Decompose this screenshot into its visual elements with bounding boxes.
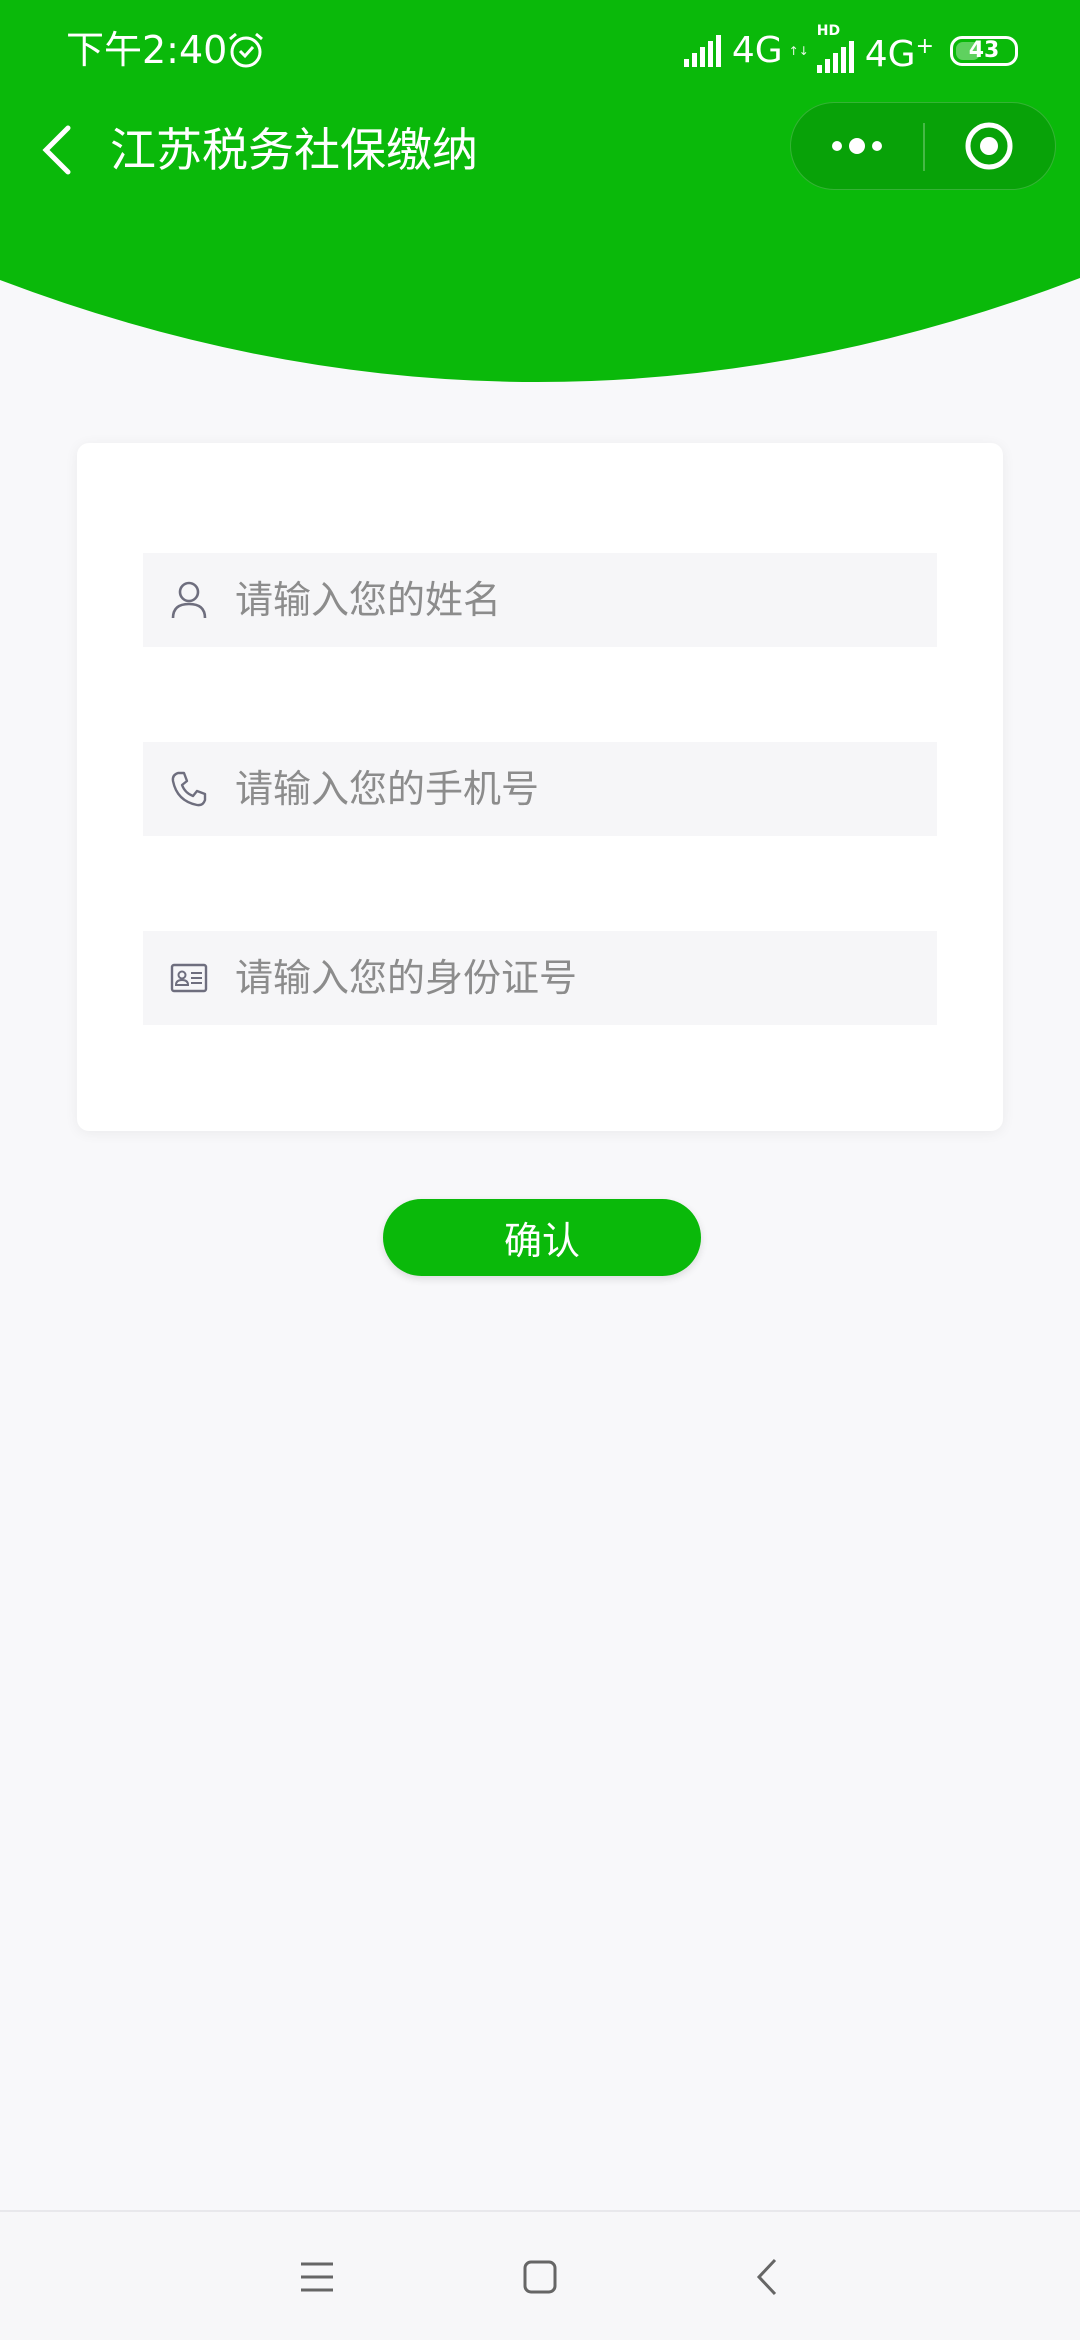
capsule-divider [923,123,925,171]
battery-icon: 43 [950,36,1018,66]
menu-icon [301,2262,333,2292]
phone-field[interactable] [143,742,937,836]
signal-icon-2 [816,41,854,73]
back-arrow-icon[interactable] [30,120,90,180]
confirm-button[interactable]: 确认 [383,1199,701,1276]
name-input[interactable] [235,555,915,645]
phone-icon [171,771,207,807]
user-icon [171,581,207,619]
hd-badge: HD [816,23,841,39]
home-icon [523,2260,557,2294]
id-field[interactable] [143,931,937,1025]
status-time: 下午2:40 [66,28,228,72]
id-input[interactable] [235,933,915,1023]
more-button[interactable] [791,103,923,189]
form-card [77,443,1003,1131]
back-icon [756,2258,777,2296]
system-nav-bar [0,2210,1080,2340]
signal-icon [683,35,721,67]
status-right: 4G ↑↓ HD 4G+ 43 [682,23,1018,76]
network-activity: ↑↓ [788,44,809,58]
page-title: 江苏税务社保缴纳 [110,123,478,177]
menu-button[interactable] [287,2247,347,2307]
battery-level: 43 [968,38,1000,63]
hd-signal: HD [815,23,859,73]
nav-bar: 江苏税务社保缴纳 [0,100,1080,200]
status-bar: 下午2:40 4G ↑↓ HD 4G+ 43 [0,0,1080,100]
alarm-icon [229,32,263,68]
mini-program-capsule [790,102,1056,190]
close-button[interactable] [923,103,1055,189]
network-label-1: 4G [731,30,783,71]
screen: 下午2:40 4G ↑↓ HD 4G+ 43 江苏税务社保缴纳 请输入您的姓名 … [0,0,1080,2340]
home-button[interactable] [510,2247,570,2307]
network-plus: + [915,34,934,59]
system-back-button[interactable] [737,2247,797,2307]
network-label-2-text: 4G [864,34,916,75]
name-field[interactable] [143,553,937,647]
close-target-icon [965,122,1013,170]
id-card-icon [170,963,208,993]
network-label-2: 4G+ [865,27,934,75]
more-dots-icon [832,138,882,154]
phone-input[interactable] [235,744,915,834]
